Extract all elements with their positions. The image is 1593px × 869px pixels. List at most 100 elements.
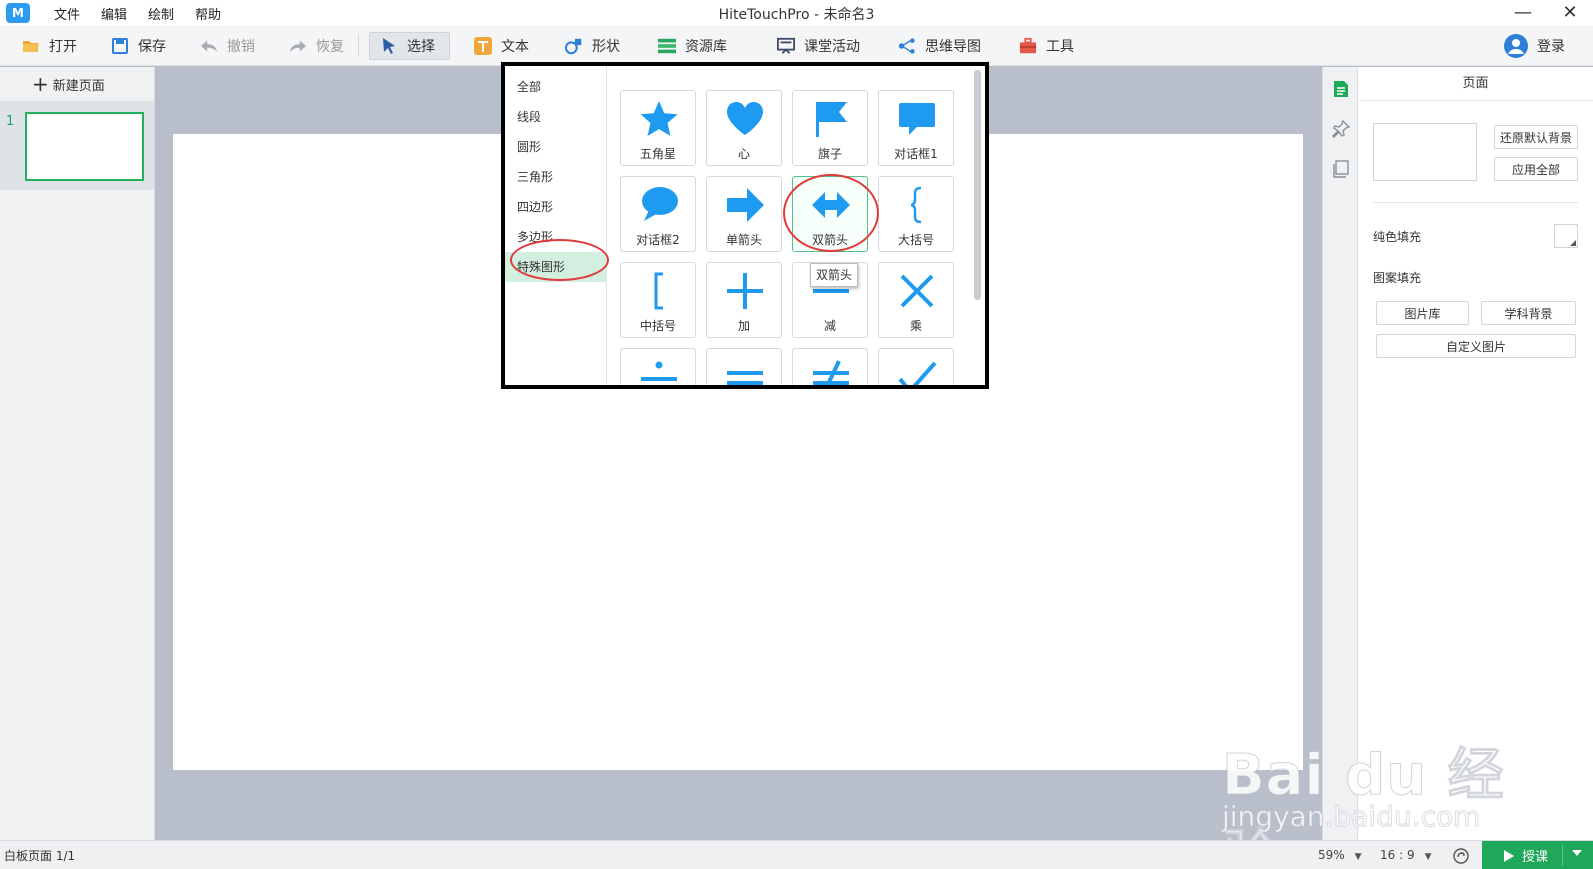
main-toolbar: 打开 保存 撤销 恢复 选择 文本 形状 资源库 课堂活动 思维导图 工具 登录 [0, 26, 1593, 66]
shape-label: 减 [823, 319, 836, 333]
right-tool-strip [1322, 67, 1358, 840]
mindmap-label: 思维导图 [925, 38, 981, 55]
shape-bracket[interactable]: 中括号 [620, 262, 696, 338]
menu-draw[interactable]: 绘制 [148, 4, 174, 23]
speech-bubble-icon [899, 103, 935, 135]
equals-sign-icon [727, 371, 763, 385]
shapes-icon [565, 37, 583, 55]
restore-default-bg-button[interactable]: 还原默认背景 [1494, 125, 1578, 149]
shape-flag[interactable]: 旗子 [792, 90, 868, 166]
shape-equals[interactable] [706, 348, 782, 385]
aspect-ratio-dropdown[interactable]: 16 : 9 ▼ [1380, 848, 1432, 862]
app-logo: M [6, 3, 30, 23]
shape-callout-2[interactable]: 对话框2 [620, 176, 696, 252]
resources-button[interactable]: 资源库 [648, 32, 737, 60]
mindmap-icon [898, 37, 916, 55]
hand-icon [1453, 848, 1469, 864]
shape-multiply[interactable]: 乘 [878, 262, 954, 338]
menu-help[interactable]: 帮助 [195, 4, 221, 23]
undo-button[interactable]: 撤销 [190, 32, 265, 60]
pin-icon [1332, 119, 1351, 138]
shape-label: 双箭头 [811, 233, 848, 247]
classroom-button[interactable]: 课堂活动 [767, 32, 870, 60]
shape-label: 心 [737, 147, 750, 161]
shape-label: 旗子 [817, 147, 842, 161]
shape-check[interactable] [878, 348, 954, 385]
page-properties-panel: 页面 还原默认背景 应用全部 纯色填充 图案填充 图片库 学科背景 自定义图片 [1358, 67, 1593, 840]
not-equal-sign-icon [813, 360, 849, 385]
shape-double-arrow[interactable]: 双箭头 [792, 176, 868, 252]
text-label: 文本 [501, 38, 529, 55]
tools-button[interactable]: 工具 [1009, 32, 1084, 60]
subject-background-button[interactable]: 学科背景 [1481, 301, 1576, 325]
minimize-button[interactable]: — [1508, 1, 1538, 23]
login-button[interactable]: 登录 [1494, 32, 1575, 60]
category-circle[interactable]: 圆形 [505, 132, 606, 162]
background-preview [1373, 123, 1477, 181]
shape-not-equal[interactable] [792, 348, 868, 385]
image-gallery-button[interactable]: 图片库 [1376, 301, 1469, 325]
redo-button[interactable]: 恢复 [279, 32, 354, 60]
present-divider [1562, 845, 1563, 866]
solid-fill-color-picker[interactable] [1554, 224, 1578, 248]
new-page-button[interactable]: + 新建页面 [0, 67, 154, 102]
page-number: 1 [6, 114, 15, 129]
shape-plus[interactable]: 加 [706, 262, 782, 338]
gesture-button[interactable] [1452, 847, 1470, 869]
save-button[interactable]: 保存 [101, 32, 176, 60]
magic-tab[interactable] [1323, 109, 1359, 149]
open-button[interactable]: 打开 [12, 32, 87, 60]
page-thumbnail-row[interactable]: 1 [0, 102, 154, 190]
user-avatar-icon [1504, 33, 1528, 58]
shape-brace[interactable]: 大括号 [878, 176, 954, 252]
category-line[interactable]: 线段 [505, 102, 606, 132]
select-button[interactable]: 选择 [369, 31, 450, 60]
apply-all-button[interactable]: 应用全部 [1494, 157, 1578, 181]
menu-edit[interactable]: 编辑 [101, 4, 127, 23]
menu-file[interactable]: 文件 [54, 4, 80, 23]
chevron-down-icon[interactable] [1572, 850, 1582, 856]
shape-divide[interactable] [620, 348, 696, 385]
page-thumbnail[interactable] [25, 112, 144, 181]
toolbox-icon [1019, 37, 1037, 55]
status-bar: 白板页面 1/1 59% ▼ 16 : 9 ▼ 授课 [0, 840, 1593, 869]
shape-star[interactable]: 五角星 [620, 90, 696, 166]
close-button[interactable]: ✕ [1555, 1, 1585, 23]
shape-grid-scrollbar[interactable] [974, 70, 981, 300]
curly-brace-icon [910, 186, 922, 224]
redo-icon [289, 37, 307, 55]
page-properties-tab[interactable] [1323, 69, 1359, 109]
mindmap-button[interactable]: 思维导图 [888, 32, 991, 60]
shape-callout-1[interactable]: 对话框1 [878, 90, 954, 166]
login-label: 登录 [1537, 38, 1565, 55]
select-label: 选择 [407, 38, 435, 55]
undo-label: 撤销 [227, 38, 255, 55]
shape-heart[interactable]: 心 [706, 90, 782, 166]
category-quadrilateral[interactable]: 四边形 [505, 192, 606, 222]
category-triangle[interactable]: 三角形 [505, 162, 606, 192]
chevron-down-icon: ▼ [1424, 852, 1432, 862]
shape-button[interactable]: 形状 [555, 32, 630, 60]
document-icon [1334, 81, 1348, 97]
layers-tab[interactable] [1323, 149, 1359, 189]
category-polygon[interactable]: 多边形 [505, 222, 606, 252]
zoom-dropdown[interactable]: 59% ▼ [1318, 848, 1362, 862]
shape-grid: 五角星 心 旗子 对话框1 对话框2 单箭头 双箭头 大括号 中括号 加 减 乘 [620, 90, 960, 385]
present-label: 授课 [1522, 850, 1549, 865]
category-all[interactable]: 全部 [505, 72, 606, 102]
present-button[interactable]: 授课 [1482, 841, 1593, 869]
category-special[interactable]: 特殊图形 [505, 252, 606, 282]
square-bracket-icon [654, 272, 663, 310]
panel-title: 页面 [1358, 67, 1593, 101]
page-count-status: 白板页面 1/1 [4, 848, 76, 863]
undo-icon [200, 37, 218, 55]
shape-category-list: 全部 线段 圆形 三角形 四边形 多边形 特殊图形 [505, 66, 607, 385]
check-mark-icon [898, 361, 937, 385]
shape-label: 加 [737, 319, 750, 333]
ratio-value: 16 : 9 [1380, 848, 1415, 862]
custom-image-button[interactable]: 自定义图片 [1376, 334, 1576, 358]
text-button[interactable]: 文本 [464, 32, 539, 60]
shape-single-arrow[interactable]: 单箭头 [706, 176, 782, 252]
plus-sign-icon [727, 273, 763, 309]
tools-label: 工具 [1046, 38, 1074, 55]
